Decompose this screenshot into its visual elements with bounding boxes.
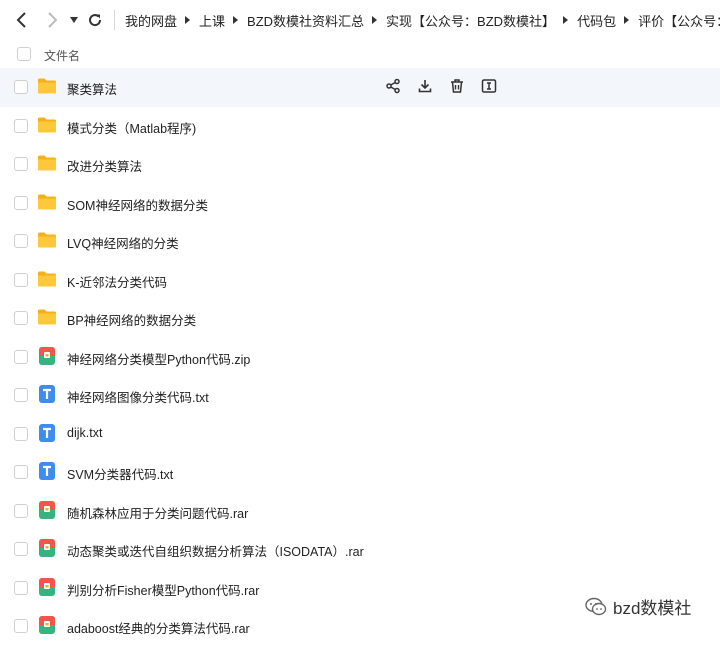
row-checkbox[interactable] xyxy=(14,542,28,556)
share-button[interactable] xyxy=(384,77,402,95)
archive-file-icon xyxy=(37,538,57,558)
file-row[interactable]: SVM分类器代码.txt xyxy=(0,453,720,492)
row-actions xyxy=(384,77,498,95)
chevron-right-icon xyxy=(48,12,58,28)
caret-down-icon xyxy=(70,17,78,23)
folder-icon xyxy=(37,115,57,135)
file-name[interactable]: 判别分析Fisher模型Python代码.rar xyxy=(67,580,259,599)
file-name[interactable]: BP神经网络的数据分类 xyxy=(67,310,196,329)
row-checkbox[interactable] xyxy=(14,195,28,210)
column-header-filename[interactable]: 文件名 xyxy=(44,47,80,64)
delete-button[interactable] xyxy=(448,77,466,95)
archive-file-icon xyxy=(37,615,57,635)
archive-file-icon xyxy=(37,500,57,520)
breadcrumb-item[interactable]: 代码包 xyxy=(576,11,617,30)
file-row[interactable]: BP神经网络的数据分类 xyxy=(0,299,720,338)
breadcrumb: 我的网盘 上课 BZD数模社资料汇总 实现【公众号：BZD数模社】 代码包 评价【公众号：… xyxy=(124,0,720,40)
file-row[interactable]: 动态聚类或迭代自组织数据分析算法（ISODATA）.rar xyxy=(0,530,720,569)
breadcrumb-separator-icon xyxy=(623,15,631,25)
file-name[interactable]: dijk.txt xyxy=(67,426,102,440)
breadcrumb-separator-icon xyxy=(371,15,379,25)
row-checkbox[interactable] xyxy=(14,388,28,402)
breadcrumb-item[interactable]: 实现【公众号：BZD数模社】 xyxy=(385,11,556,30)
breadcrumb-separator-icon xyxy=(562,15,570,25)
file-name[interactable]: 动态聚类或迭代自组织数据分析算法（ISODATA）.rar xyxy=(67,541,364,560)
file-name[interactable]: adaboost经典的分类算法代码.rar xyxy=(67,618,250,637)
file-name[interactable]: 模式分类（Matlab程序) xyxy=(67,118,196,137)
breadcrumb-separator-icon xyxy=(184,15,192,25)
chevron-left-icon xyxy=(16,12,26,28)
top-navigation-bar: 我的网盘 上课 BZD数模社资料汇总 实现【公众号：BZD数模社】 代码包 评价【公众号：… xyxy=(0,0,720,40)
file-row[interactable]: K-近邻法分类代码 xyxy=(0,261,720,300)
file-row[interactable]: 改进分类算法 xyxy=(0,145,720,184)
history-dropdown-button[interactable] xyxy=(66,6,82,34)
row-checkbox[interactable] xyxy=(14,619,28,633)
row-checkbox[interactable] xyxy=(14,465,28,479)
refresh-button[interactable] xyxy=(84,6,106,34)
row-checkbox[interactable] xyxy=(14,118,28,133)
back-button[interactable] xyxy=(8,6,36,34)
file-row[interactable]: 模式分类（Matlab程序) xyxy=(0,107,720,146)
file-list: 聚类算法模式分类（Matlab程序) 改进分类算法 SOM神经网络的数据分类 LVQ神… xyxy=(0,68,720,646)
download-icon xyxy=(417,78,433,94)
text-file-icon xyxy=(37,384,57,404)
row-checkbox[interactable] xyxy=(14,311,28,325)
row-checkbox[interactable] xyxy=(14,349,28,364)
row-checkbox[interactable] xyxy=(14,80,28,94)
folder-icon xyxy=(37,307,57,327)
row-checkbox[interactable] xyxy=(14,272,28,287)
folder-icon xyxy=(37,269,57,289)
file-row[interactable]: LVQ神经网络的分类 xyxy=(0,222,720,261)
row-checkbox[interactable] xyxy=(14,234,28,248)
file-name[interactable]: LVQ神经网络的分类 xyxy=(67,233,179,252)
file-name[interactable]: 神经网络图像分类代码.txt xyxy=(67,387,209,406)
folder-icon xyxy=(37,76,57,96)
file-row[interactable]: 神经网络图像分类代码.txt xyxy=(0,376,720,415)
file-name[interactable]: 聚类算法 xyxy=(67,79,117,98)
breadcrumb-item[interactable]: BZD数模社资料汇总 xyxy=(246,11,365,30)
folder-icon xyxy=(37,230,57,250)
text-file-icon xyxy=(37,461,57,481)
file-list-header: 文件名 xyxy=(0,40,720,68)
file-row[interactable]: dijk.txt xyxy=(0,415,720,454)
share-icon xyxy=(385,78,401,94)
breadcrumb-item[interactable]: 上课 xyxy=(198,11,226,30)
folder-icon xyxy=(37,153,57,173)
file-name[interactable]: 改进分类算法 xyxy=(67,156,142,175)
rename-icon xyxy=(481,78,497,94)
wechat-icon xyxy=(585,597,607,615)
forward-button[interactable] xyxy=(38,6,66,34)
file-row[interactable]: SOM神经网络的数据分类 xyxy=(0,184,720,223)
toolbar-divider xyxy=(114,10,115,30)
breadcrumb-item[interactable]: 我的网盘 xyxy=(124,11,178,30)
rename-button[interactable] xyxy=(480,77,498,95)
breadcrumb-separator-icon xyxy=(232,15,240,25)
folder-icon xyxy=(37,192,57,212)
archive-file-icon xyxy=(37,346,57,366)
watermark-text: bzd数模社 xyxy=(613,599,692,618)
file-name[interactable]: K-近邻法分类代码 xyxy=(67,272,167,291)
download-button[interactable] xyxy=(416,77,434,95)
file-row[interactable]: 随机森林应用于分类问题代码.rar xyxy=(0,492,720,531)
row-checkbox[interactable] xyxy=(14,503,28,518)
watermark: bzd数模社 xyxy=(585,594,691,619)
file-name[interactable]: 神经网络分类模型Python代码.zip xyxy=(67,349,250,368)
file-name[interactable]: SOM神经网络的数据分类 xyxy=(67,195,208,214)
row-checkbox[interactable] xyxy=(14,426,28,441)
row-checkbox[interactable] xyxy=(14,580,28,595)
file-row[interactable]: 神经网络分类模型Python代码.zip xyxy=(0,338,720,377)
file-name[interactable]: 随机森林应用于分类问题代码.rar xyxy=(67,503,248,522)
archive-file-icon xyxy=(37,577,57,597)
delete-icon xyxy=(449,78,465,94)
row-checkbox[interactable] xyxy=(14,157,28,171)
breadcrumb-item[interactable]: 评价【公众号：BZD数模 xyxy=(637,11,720,30)
file-row[interactable]: 聚类算法 xyxy=(0,68,720,107)
select-all-checkbox[interactable] xyxy=(17,47,31,61)
refresh-icon xyxy=(89,14,102,27)
text-file-icon xyxy=(37,423,57,443)
file-name[interactable]: SVM分类器代码.txt xyxy=(67,464,173,483)
